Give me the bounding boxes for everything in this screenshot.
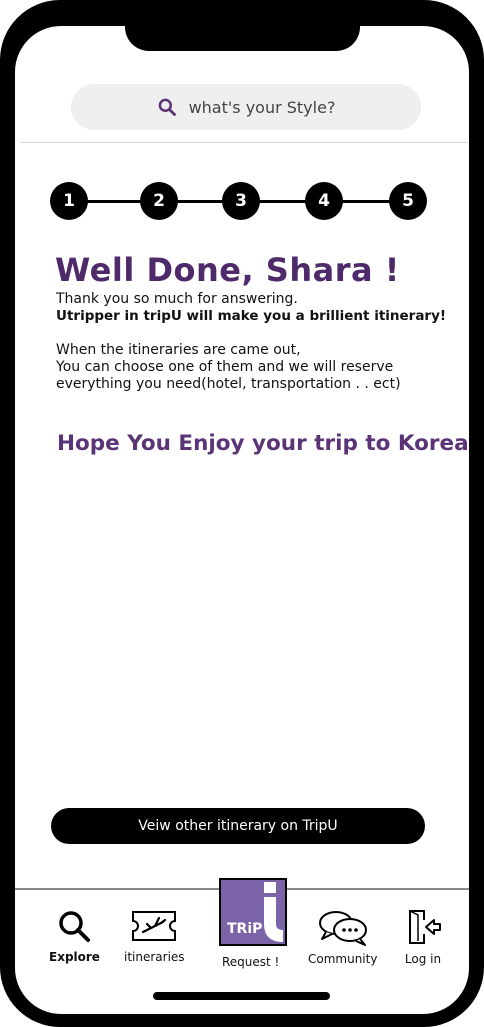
progress-steps: 1 2 3 4 5: [50, 182, 428, 222]
step-5: 5: [389, 182, 427, 220]
home-indicator: [153, 992, 330, 1000]
nav-itineraries-label: itineraries: [124, 950, 185, 964]
view-itinerary-button[interactable]: Veiw other itinerary on TripU: [51, 808, 425, 844]
nav-community[interactable]: Community: [308, 908, 377, 966]
ticket-plane-icon: [132, 911, 177, 941]
search-icon: [158, 98, 176, 116]
nav-community-label: Community: [308, 952, 378, 966]
phone-frame: [0, 0, 484, 1027]
nav-login[interactable]: Log in: [404, 908, 442, 966]
nav-itineraries[interactable]: itineraries: [124, 908, 185, 964]
login-door-icon: [409, 910, 441, 944]
search-bar[interactable]: what's your Style?: [71, 84, 421, 130]
search-placeholder: what's your Style?: [188, 97, 336, 117]
phone-notch: [125, 0, 360, 51]
header-divider: [20, 142, 468, 143]
message-line: Thank you so much for answering.: [56, 291, 298, 307]
search-icon: [59, 911, 91, 942]
message-line: everything you need(hotel, transportatio…: [56, 376, 401, 392]
message-line-bold: Utripper in tripU will make you a brilli…: [56, 308, 447, 324]
nav-explore[interactable]: Explore: [49, 908, 100, 964]
step-2: 2: [140, 182, 178, 220]
step-1: 1: [50, 182, 88, 220]
step-3: 3: [222, 182, 260, 220]
nav-request-label: Request !: [222, 955, 280, 969]
nav-login-label: Log in: [404, 952, 442, 966]
tagline: Hope You Enjoy your trip to Korea: [57, 431, 469, 456]
message-line: You can choose one of them and we will r…: [56, 359, 394, 375]
message-line: When the itineraries are came out,: [56, 342, 301, 358]
tripu-logo-icon[interactable]: TRiP: [219, 878, 287, 946]
page-title: Well Done, Shara !: [55, 251, 400, 289]
screen: [15, 26, 469, 1014]
logo-text: TRiP: [227, 921, 263, 937]
chat-bubbles-icon: [318, 911, 367, 946]
nav-request[interactable]: Request !: [222, 955, 279, 969]
message-block: Thank you so much for answering. Utrippe…: [56, 291, 446, 393]
step-4: 4: [305, 182, 343, 220]
nav-explore-label: Explore: [49, 950, 100, 964]
